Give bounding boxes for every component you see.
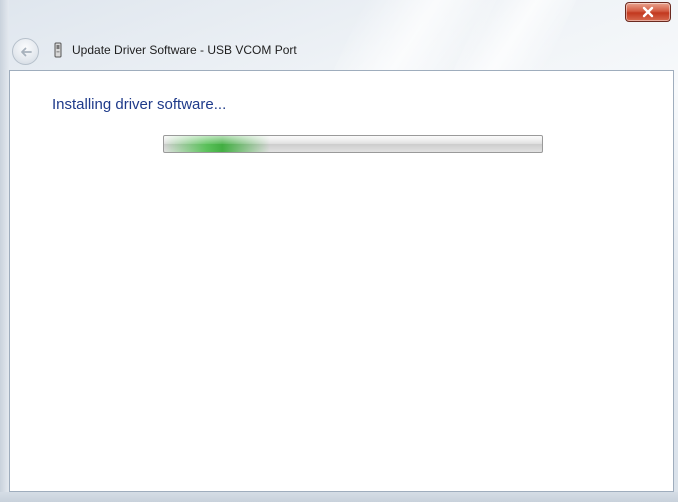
window-left-edge <box>0 0 9 502</box>
close-button[interactable] <box>625 2 671 22</box>
back-arrow-icon <box>20 47 32 56</box>
status-heading: Installing driver software... <box>52 96 227 113</box>
back-button[interactable] <box>12 38 39 65</box>
content-panel: Installing driver software... <box>9 70 674 492</box>
close-icon <box>642 6 654 18</box>
progress-bar <box>163 135 543 153</box>
window-title: Update Driver Software - USB VCOM Port <box>72 43 297 57</box>
progress-shine <box>164 136 542 144</box>
usb-device-icon <box>54 42 62 58</box>
window-bottom-edge <box>0 492 678 502</box>
